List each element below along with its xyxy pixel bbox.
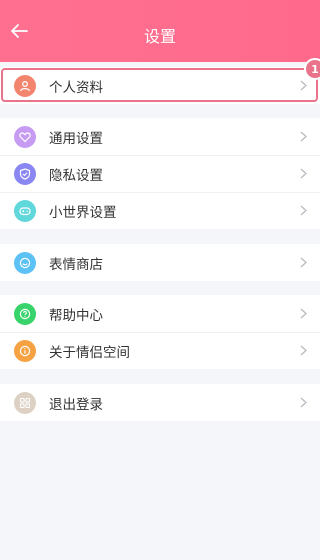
settings-group-logout: 退出登录 [0,384,320,421]
smiley-icon [14,251,36,274]
header-bar: 设置 [0,0,320,62]
heart-icon [14,125,36,148]
settings-item-sticker-store[interactable]: 表情商店 [0,244,320,281]
settings-item-label: 个人资料 [49,79,103,96]
settings-item-logout[interactable]: 退出登录 [0,384,320,421]
settings-group-general: 通用设置 隐私设置 小世界设置 [0,118,320,229]
page-title: 设置 [143,27,176,46]
settings-item-small-world[interactable]: 小世界设置 [0,192,320,229]
chevron-right-icon [300,345,307,356]
settings-item-label: 退出登录 [49,396,103,413]
chevron-right-icon [300,168,307,179]
settings-item-profile[interactable]: 个人资料 [0,67,320,104]
chevron-right-icon [300,397,307,408]
person-icon [14,74,36,97]
info-icon [14,339,36,362]
settings-group-store: 表情商店 [0,244,320,281]
settings-item-label: 小世界设置 [49,204,117,221]
settings-item-general[interactable]: 通用设置 [0,118,320,155]
settings-item-about[interactable]: 关于情侣空间 [0,332,320,369]
shield-icon [14,162,36,185]
settings-group-help: 帮助中心 关于情侣空间 [0,295,320,369]
settings-item-help-center[interactable]: 帮助中心 [0,295,320,332]
settings-item-label: 隐私设置 [49,167,103,184]
settings-item-label: 关于情侣空间 [49,344,130,361]
chevron-right-icon [300,257,307,268]
chevron-right-icon [300,131,307,142]
settings-item-privacy[interactable]: 隐私设置 [0,155,320,192]
settings-item-label: 通用设置 [49,130,103,147]
grid-icon [14,391,36,414]
settings-item-label: 表情商店 [49,256,103,273]
question-icon [14,302,36,325]
settings-item-label: 帮助中心 [49,307,103,324]
chevron-right-icon [300,308,307,319]
settings-group-profile: 个人资料 [0,67,320,104]
chevron-right-icon [300,80,307,91]
chevron-right-icon [300,205,307,216]
gamepad-icon [14,199,36,222]
annotation-badge: 1 [304,58,320,80]
